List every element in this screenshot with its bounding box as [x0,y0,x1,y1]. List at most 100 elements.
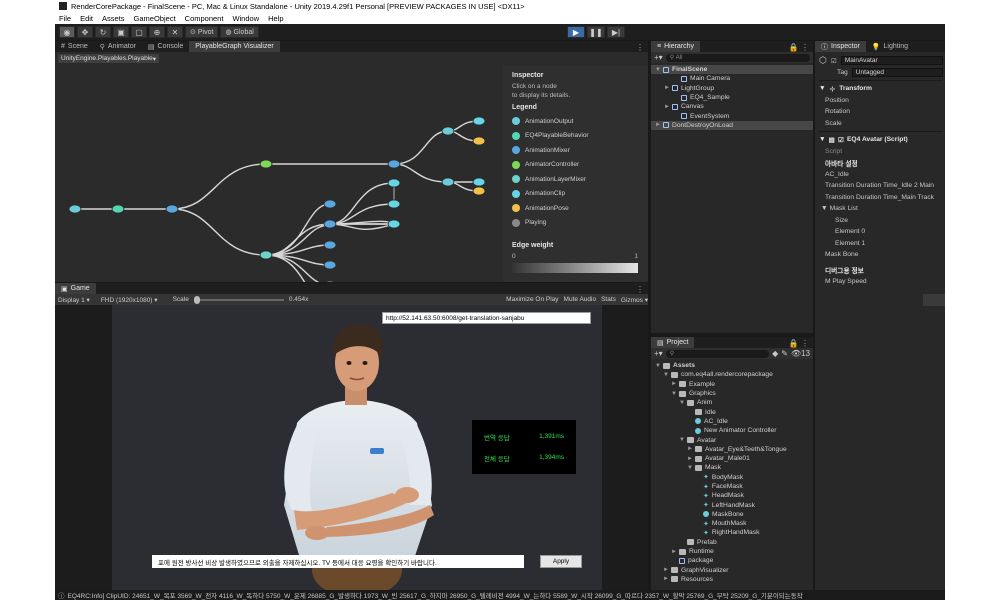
project-item[interactable]: ▼ com.eq4all.rendercorepackage [651,370,813,379]
project-item[interactable]: ✦ RightHandMask [651,528,813,537]
project-search-input[interactable]: ⚲ [665,349,770,358]
tag-icon[interactable]: ✎ [781,349,788,358]
menu-window[interactable]: Window [232,14,259,23]
mask-list-size[interactable]: Size [819,215,943,227]
hierarchy-item[interactable]: ► DontDestroyOnLoad [651,120,813,131]
filter-icon[interactable]: ◆ [772,349,778,358]
graph-node[interactable] [472,177,486,187]
tab-scene[interactable]: # Scene [55,41,94,52]
expand-arrow-icon[interactable]: ► [664,104,672,110]
graph-node[interactable] [387,159,401,169]
rotate-tool-icon[interactable]: ↻ [95,26,111,38]
graph-node[interactable] [259,250,273,260]
tab-console[interactable]: ▤ Console [141,41,190,52]
graph-node[interactable] [472,136,486,146]
script-enabled-checkbox[interactable]: ☑ [838,136,844,144]
tab-playablegraph[interactable]: PlayableGraph Visualizer [189,41,280,52]
hierarchy-search-input[interactable]: ⚲ All [665,53,810,62]
project-item[interactable]: New Animator Controller [651,426,813,435]
expand-arrow-icon[interactable]: ► [663,576,671,582]
hierarchy-item[interactable]: EQ4_Sample [651,93,813,102]
game-panel-menu-icon[interactable]: ⋮ [636,285,648,294]
graph-node[interactable] [111,204,125,214]
project-item[interactable]: Idle [651,407,813,416]
menu-file[interactable]: File [59,14,71,23]
scale-slider-handle[interactable] [193,295,200,304]
expand-arrow-icon[interactable]: ▼ [655,67,663,73]
graph-node[interactable] [472,186,486,196]
expand-arrow-icon[interactable]: ► [687,456,695,462]
menu-gameobject[interactable]: GameObject [134,14,176,23]
project-item[interactable]: ► Avatar_Male01 [651,454,813,463]
step-button[interactable]: ▶| [607,26,625,38]
scale-slider[interactable] [193,295,284,304]
project-item[interactable]: ✦ MouthMask [651,519,813,528]
transform-tool-icon[interactable]: ⊕ [149,26,165,38]
project-item[interactable]: package [651,556,813,565]
project-item[interactable]: ▼ Avatar [651,435,813,444]
project-item[interactable]: AC_Idle [651,417,813,426]
menu-component[interactable]: Component [185,14,224,23]
hierarchy-item[interactable]: ► Canvas [651,102,813,111]
add-icon[interactable]: +▾ [654,53,663,62]
graph-node[interactable] [323,199,337,209]
graph-node[interactable] [472,116,486,126]
playable-dropdown[interactable]: UnityEngine.Playables.Playable ▾ [58,54,160,63]
add-component-button[interactable] [923,293,945,306]
graph-node[interactable] [441,126,455,136]
rect-tool-icon[interactable]: ▢ [131,26,147,38]
tab-inspector[interactable]: ⓘ Inspector [815,41,866,52]
expand-arrow-icon[interactable]: ▼ [663,372,671,378]
graph-node[interactable] [441,177,455,187]
project-item[interactable]: ✦ HeadMask [651,491,813,500]
graph-node[interactable] [323,240,337,250]
expand-arrow-icon[interactable]: ▼ [679,437,687,443]
project-item[interactable]: ► Runtime [651,547,813,556]
project-item[interactable]: ✦ FaceMask [651,482,813,491]
graph-node[interactable] [68,204,82,214]
expand-arrow-icon[interactable]: ► [671,549,679,555]
menu-assets[interactable]: Assets [102,14,125,23]
graph-node[interactable] [387,199,401,209]
expand-arrow-icon[interactable]: ► [663,567,671,573]
project-item[interactable]: Prefab [651,538,813,547]
project-item[interactable]: ▼ Anim [651,398,813,407]
add-icon[interactable]: +▾ [654,349,663,358]
transform-header[interactable]: ▼ ⊹ Transform [819,83,943,95]
ac-idle-field[interactable]: AC_Idle [819,169,943,181]
mask-list-element-0[interactable]: Element 0 [819,226,943,238]
project-menu-icon[interactable]: 🔒 ⋮ [789,339,813,348]
tab-game[interactable]: ▣ Game [55,283,96,294]
project-item[interactable]: ► GraphVisualizer [651,566,813,575]
project-item[interactable]: ► Example [651,380,813,389]
pause-button[interactable]: ❚❚ [587,26,605,38]
expand-arrow-icon[interactable]: ► [687,446,695,452]
project-item[interactable]: ► Avatar_Eye&Teeth&Tongue [651,445,813,454]
project-item[interactable]: MaskBone [651,510,813,519]
sentence-input[interactable]: 포에 원전 방사선 비상 발생하였으므로 외출을 자제하십시오. TV 등에서 … [152,555,524,568]
tab-lighting[interactable]: 💡 Lighting [865,41,915,52]
tag-select[interactable]: Untagged [851,67,943,77]
expand-arrow-icon[interactable]: ▼ [655,363,663,369]
project-item[interactable]: ✦ LeftHandMask [651,500,813,510]
expand-arrow-icon[interactable]: ▼ [687,465,695,471]
status-message[interactable]: EQ4RC:Info] ClipUID: 24651_W_목포 3569_W_전… [68,590,803,600]
hierarchy-item[interactable]: EventSystem [651,111,813,120]
project-item[interactable]: ▼ Graphics [651,389,813,398]
mask-list-header[interactable]: ▼ Mask List [819,203,943,215]
expand-arrow-icon[interactable]: ▼ [671,391,679,397]
custom-tool-icon[interactable]: ✕ [167,26,183,38]
move-tool-icon[interactable]: ✥ [77,26,93,38]
transition-main-track-field[interactable]: Transition Duration Time_Main Track [819,192,943,204]
mask-bone-field[interactable]: Mask Bone [819,249,943,261]
gizmos-toggle[interactable]: Gizmos ▾ [621,296,648,304]
pivot-toggle[interactable]: ⊙ Pivot [185,26,219,38]
expand-arrow-icon[interactable]: ▼ [679,400,687,406]
panel-menu-icon[interactable]: ⋮ [636,43,648,52]
transition-idle-main-field[interactable]: Transition Duration Time_Idle 2 Main [819,180,943,192]
project-item[interactable]: ▼ Assets [651,361,813,370]
display-select[interactable]: Display 1 ▾ [58,296,90,304]
maximize-on-play-toggle[interactable]: Maximize On Play [506,296,558,303]
resolution-select[interactable]: FHD (1920x1080) ▾ [101,296,158,304]
tab-project[interactable]: ▤ Project [651,337,695,348]
